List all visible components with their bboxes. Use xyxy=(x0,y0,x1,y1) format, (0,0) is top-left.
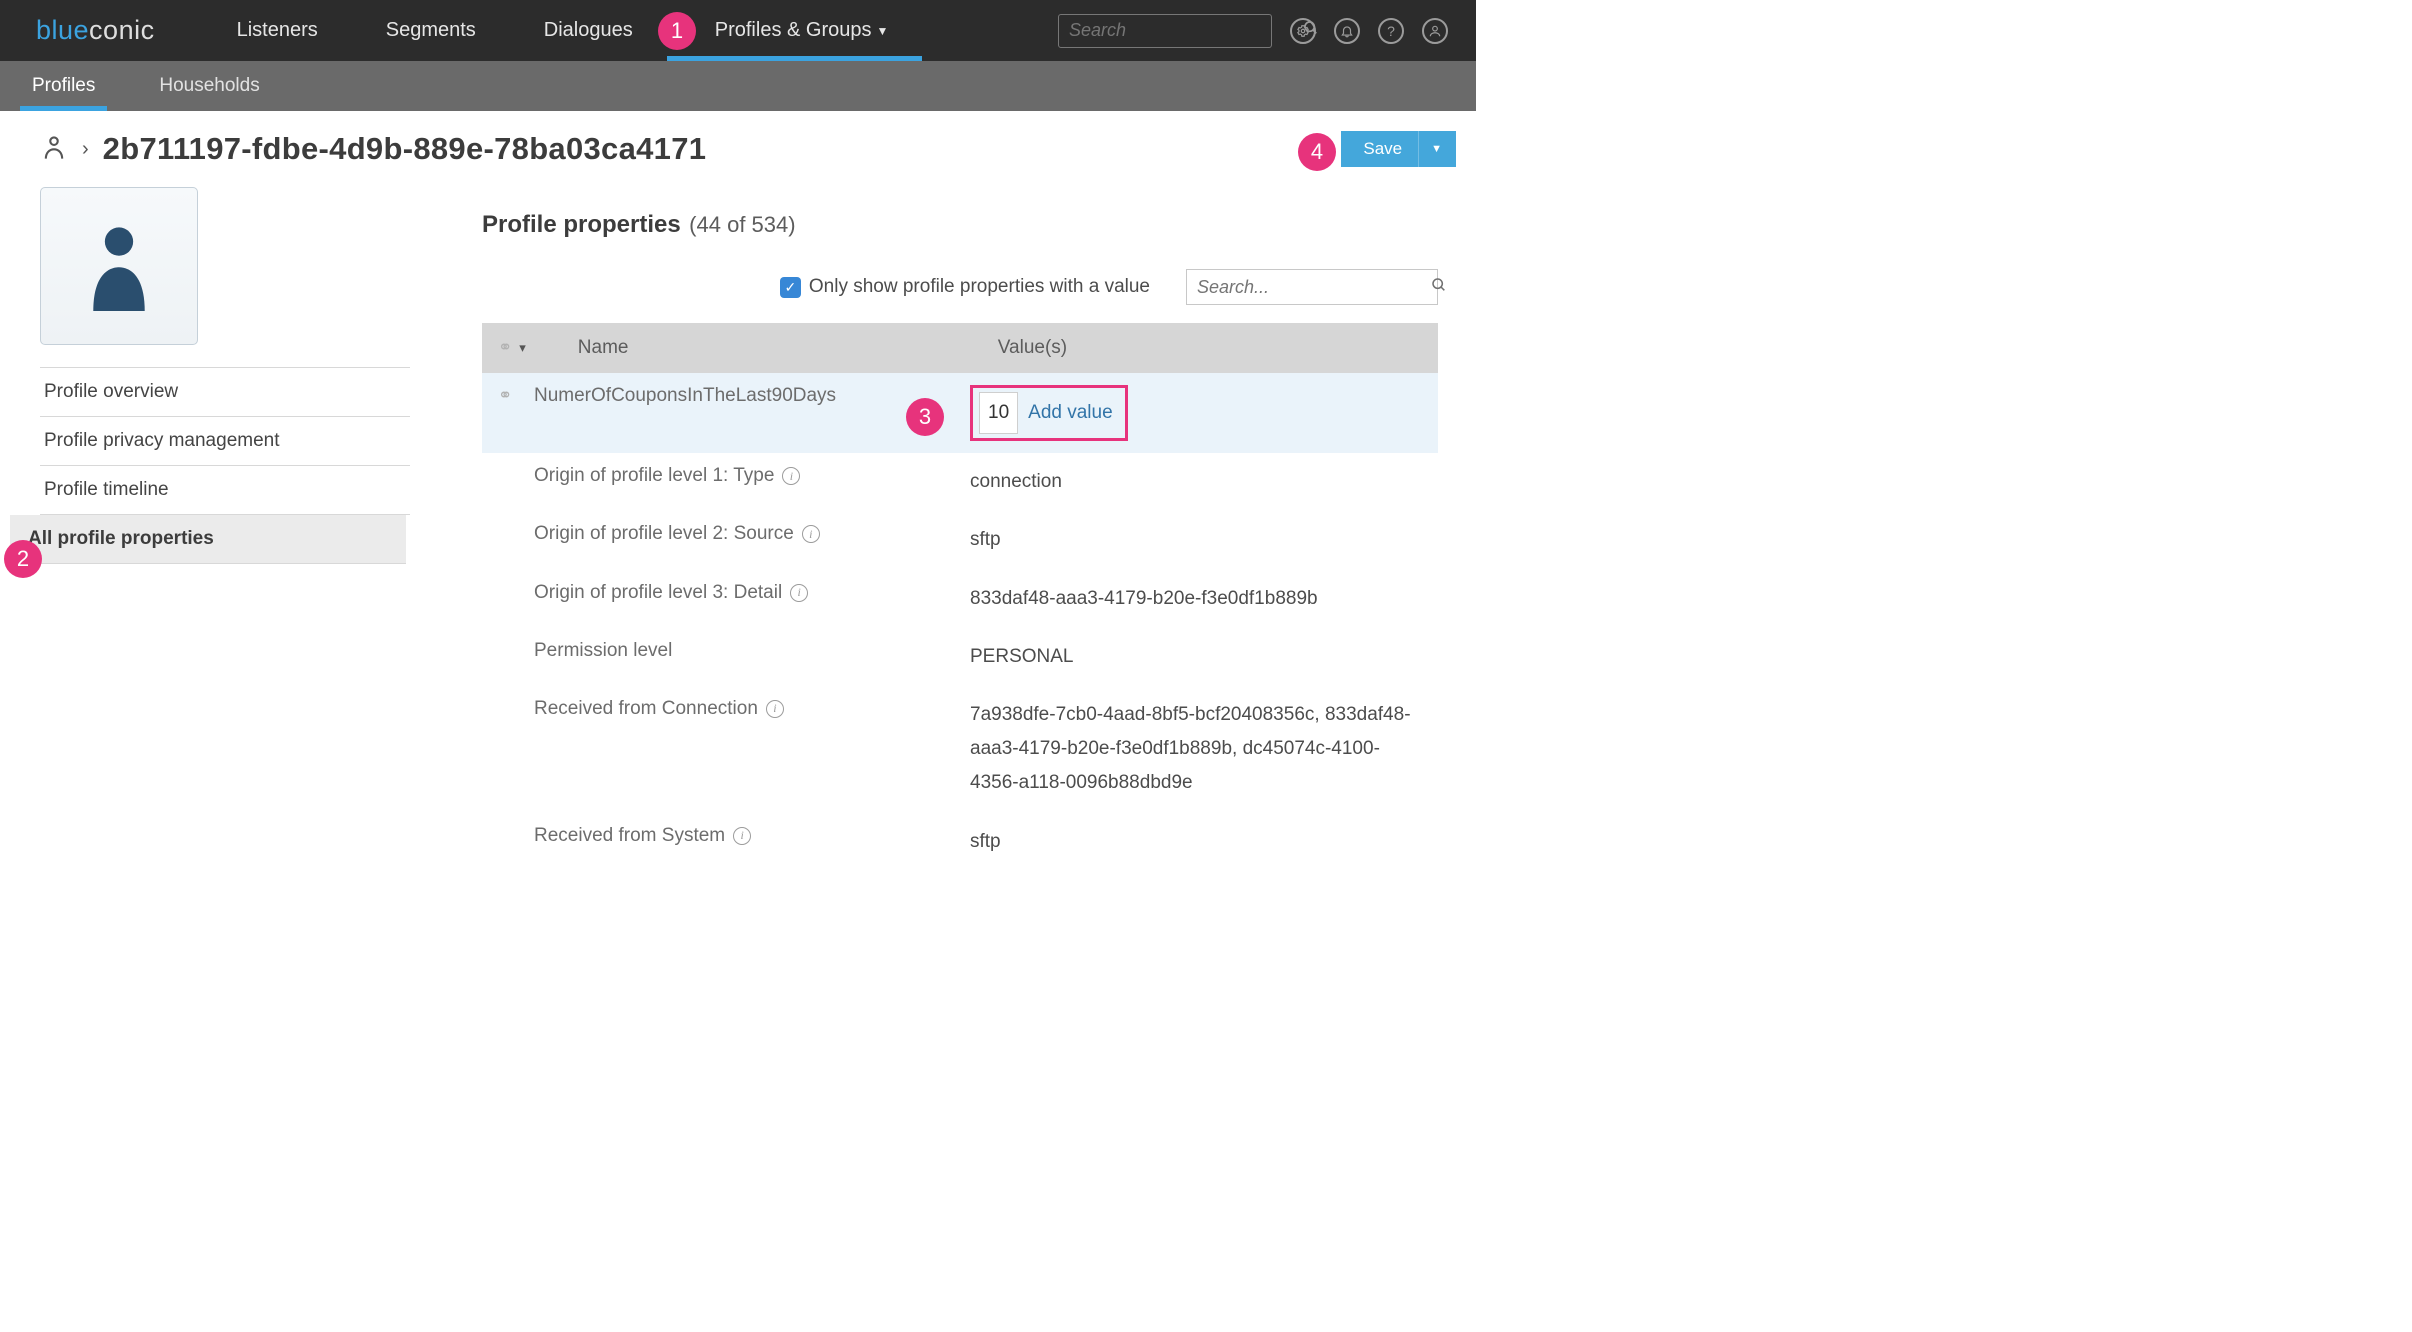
top-nav: blueconic Listeners Segments Dialogues P… xyxy=(0,0,1476,61)
bell-icon[interactable] xyxy=(1334,18,1360,44)
property-value: sftp xyxy=(970,825,1422,859)
save-button[interactable]: Save ▼ xyxy=(1341,131,1456,167)
sidebar: Profile overview Profile privacy managem… xyxy=(0,187,444,871)
callout-badge-3: 3 xyxy=(906,398,944,436)
property-name: NumerOfCouponsInTheLast90Days xyxy=(534,385,970,407)
property-value: connection xyxy=(970,465,1422,499)
brand-part2: conic xyxy=(89,15,155,45)
sidebar-item-all-properties[interactable]: All profile properties xyxy=(10,515,406,564)
property-search[interactable] xyxy=(1186,269,1438,305)
chevron-down-icon: ▼ xyxy=(876,24,888,38)
property-name: Origin of profile level 3: Detail xyxy=(534,582,782,604)
sidebar-item-timeline[interactable]: Profile timeline xyxy=(40,466,410,515)
property-value: PERSONAL xyxy=(970,640,1422,674)
profile-avatar xyxy=(40,187,198,345)
callout-badge-4: 4 xyxy=(1298,133,1336,171)
table-row[interactable]: Permission level PERSONAL xyxy=(482,628,1438,686)
user-icon[interactable] xyxy=(1422,18,1448,44)
page-title: 2b711197-fdbe-4d9b-889e-78ba03ca4171 xyxy=(103,131,707,167)
table-row[interactable]: ⚭ NumerOfCouponsInTheLast90Days 10 Add v… xyxy=(482,373,1438,453)
nav-listeners[interactable]: Listeners xyxy=(203,0,352,61)
property-name: Received from System xyxy=(534,825,725,847)
property-name: Permission level xyxy=(534,640,672,662)
property-search-input[interactable] xyxy=(1197,277,1431,298)
section-count: (44 of 534) xyxy=(689,212,795,237)
info-icon[interactable]: i xyxy=(766,700,784,718)
content: Profile properties (44 of 534) ✓ Only sh… xyxy=(444,187,1476,871)
callout-badge-1: 1 xyxy=(658,12,696,50)
page-header: › 2b711197-fdbe-4d9b-889e-78ba03ca4171 S… xyxy=(0,111,1476,187)
info-icon[interactable]: i xyxy=(782,467,800,485)
sidebar-item-overview[interactable]: Profile overview xyxy=(40,368,410,417)
global-search-input[interactable] xyxy=(1069,20,1303,41)
col-value[interactable]: Value(s) xyxy=(998,337,1067,359)
table-header: ⚭ ▾ Name Value(s) xyxy=(482,323,1438,373)
sub-nav: Profiles Households xyxy=(0,61,1476,111)
table-row[interactable]: Origin of profile level 1: Type i connec… xyxy=(482,453,1438,511)
table-row[interactable]: Received from System i sftp xyxy=(482,813,1438,871)
callout-badge-2: 2 xyxy=(4,540,42,578)
property-value: sftp xyxy=(970,523,1422,557)
search-icon xyxy=(1431,277,1447,298)
add-value-link[interactable]: Add value xyxy=(1028,396,1113,430)
gear-icon[interactable] xyxy=(1290,18,1316,44)
sidebar-item-privacy[interactable]: Profile privacy management xyxy=(40,417,410,466)
nav-profiles-groups[interactable]: Profiles & Groups▼ xyxy=(667,0,923,61)
table-row[interactable]: Origin of profile level 3: Detail i 833d… xyxy=(482,570,1438,628)
subtab-profiles[interactable]: Profiles xyxy=(20,61,107,111)
checkbox-checked-icon: ✓ xyxy=(780,277,801,298)
chevron-down-icon[interactable]: ▾ xyxy=(519,340,526,356)
property-name: Origin of profile level 2: Source xyxy=(534,523,794,545)
profile-icon[interactable] xyxy=(40,133,68,166)
help-icon[interactable]: ? xyxy=(1378,18,1404,44)
property-name: Origin of profile level 1: Type xyxy=(534,465,774,487)
brand-logo: blueconic xyxy=(36,15,155,46)
nav-segments[interactable]: Segments xyxy=(352,0,510,61)
nav-dialogues[interactable]: Dialogues xyxy=(510,0,667,61)
glasses-icon: ⚭ xyxy=(498,385,534,407)
properties-table: ⚭ ▾ Name Value(s) ⚭ NumerOfCouponsInTheL… xyxy=(482,323,1438,871)
value-input[interactable]: 10 xyxy=(979,392,1018,434)
global-search[interactable] xyxy=(1058,14,1272,48)
property-value: 7a938dfe-7cb0-4aad-8bf5-bcf20408356c, 83… xyxy=(970,698,1422,801)
property-name: Received from Connection xyxy=(534,698,758,720)
glasses-icon[interactable]: ⚭ xyxy=(498,338,511,358)
property-value: 833daf48-aaa3-4179-b20e-f3e0df1b889b xyxy=(970,582,1422,616)
info-icon[interactable]: i xyxy=(733,827,751,845)
only-with-value-checkbox[interactable]: ✓ Only show profile properties with a va… xyxy=(780,276,1150,298)
chevron-down-icon[interactable]: ▼ xyxy=(1418,131,1442,167)
brand-part1: blue xyxy=(36,15,89,45)
info-icon[interactable]: i xyxy=(790,584,808,602)
info-icon[interactable]: i xyxy=(802,525,820,543)
breadcrumb-chevron: › xyxy=(82,138,89,161)
subtab-households[interactable]: Households xyxy=(147,61,271,111)
table-row[interactable]: Received from Connection i 7a938dfe-7cb0… xyxy=(482,686,1438,813)
section-heading: Profile properties xyxy=(482,211,681,238)
col-name[interactable]: Name xyxy=(578,337,998,359)
table-row[interactable]: Origin of profile level 2: Source i sftp xyxy=(482,511,1438,569)
value-highlight-frame: 10 Add value xyxy=(970,385,1128,441)
